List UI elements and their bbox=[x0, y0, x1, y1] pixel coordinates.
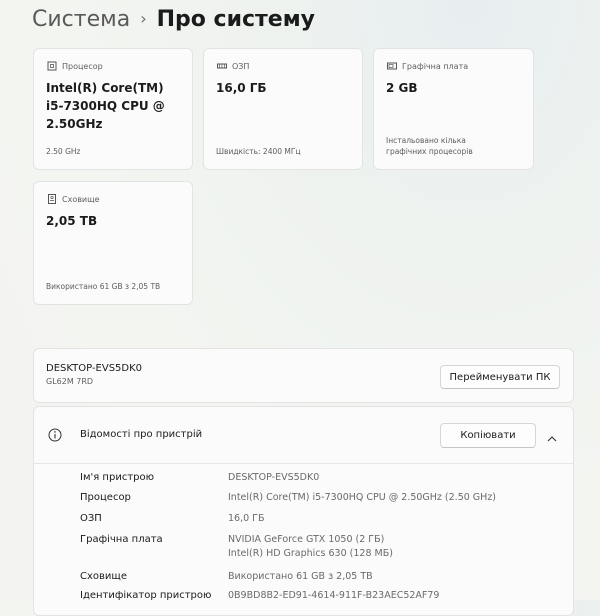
processor-card-title: Процесор bbox=[62, 61, 103, 71]
breadcrumb-separator: › bbox=[140, 9, 147, 28]
breadcrumb: Система › Про систему bbox=[32, 4, 315, 37]
spec-value: Використано 61 GB з 2,05 TB bbox=[228, 571, 373, 582]
spec-label: ОЗП bbox=[80, 513, 102, 524]
page-title: Про систему bbox=[156, 7, 316, 32]
spec-value: Intel(R) Core(TM) i5-7300HQ CPU @ 2.50GH… bbox=[228, 492, 497, 503]
chevron-up-icon[interactable] bbox=[546, 429, 560, 442]
storage-card-title: Сховище bbox=[62, 194, 100, 204]
graphics-card-footer: Інстальовано кілька графічних процесорів bbox=[386, 136, 473, 156]
processor-card-value: Intel(R) Core(TM) i5-7300HQ CPU @ 2.50GH… bbox=[46, 81, 165, 131]
graphics-card: Графічна плата 2 GB Інстальовано кілька … bbox=[373, 48, 534, 170]
copy-button[interactable]: Копіювати bbox=[440, 423, 536, 448]
processor-icon bbox=[46, 61, 57, 72]
ram-card-footer: Швидкість: 2400 МГц bbox=[216, 147, 301, 156]
storage-card-footer: Використано 61 GB з 2,05 TB bbox=[46, 282, 161, 291]
device-specs-header[interactable]: Відомості про пристрій Копіювати bbox=[34, 407, 573, 463]
spec-label: Ідентифікатор пристрою bbox=[80, 590, 212, 601]
device-specs-title: Відомості про пристрій bbox=[80, 429, 203, 440]
storage-card: Сховище 2,05 TB Використано 61 GB з 2,05… bbox=[33, 181, 193, 305]
specs-divider bbox=[34, 463, 573, 464]
breadcrumb-parent[interactable]: Система bbox=[32, 7, 130, 32]
spec-value-secondary: Intel(R) HD Graphics 630 (128 МБ) bbox=[228, 548, 393, 559]
processor-card-footer: 2.50 GHz bbox=[46, 147, 81, 156]
ram-card-title: ОЗП bbox=[232, 61, 250, 71]
spec-label: Графічна плата bbox=[80, 534, 163, 545]
device-name-panel: DESKTOP-EVS5DK0 GL62M 7RD Перейменувати … bbox=[33, 348, 574, 403]
storage-card-value: 2,05 TB bbox=[46, 214, 98, 228]
graphics-card-value: 2 GB bbox=[386, 81, 418, 95]
ram-card: ОЗП 16,0 ГБ Швидкість: 2400 МГц bbox=[203, 48, 363, 170]
graphics-card-icon bbox=[386, 61, 397, 72]
info-icon bbox=[48, 427, 62, 442]
spec-label: Процесор bbox=[80, 492, 131, 503]
ram-icon bbox=[216, 61, 227, 72]
spec-value: 16,0 ГБ bbox=[228, 513, 265, 524]
spec-value: 0B9BD8B2-ED91-4614-911F-B23AEC52AF79 bbox=[228, 590, 440, 601]
storage-icon bbox=[46, 194, 57, 205]
spec-label: Ім'я пристрою bbox=[80, 472, 155, 483]
spec-value: DESKTOP-EVS5DK0 bbox=[228, 472, 320, 483]
device-name: DESKTOP-EVS5DK0 bbox=[46, 363, 143, 374]
ram-card-value: 16,0 ГБ bbox=[216, 81, 267, 95]
device-model: GL62M 7RD bbox=[46, 377, 94, 386]
spec-label: Сховище bbox=[80, 571, 127, 582]
graphics-card-title: Графічна плата bbox=[402, 61, 469, 71]
rename-pc-button[interactable]: Перейменувати ПК bbox=[440, 365, 560, 389]
processor-card: Процесор Intel(R) Core(TM) i5-7300HQ CPU… bbox=[33, 48, 193, 170]
